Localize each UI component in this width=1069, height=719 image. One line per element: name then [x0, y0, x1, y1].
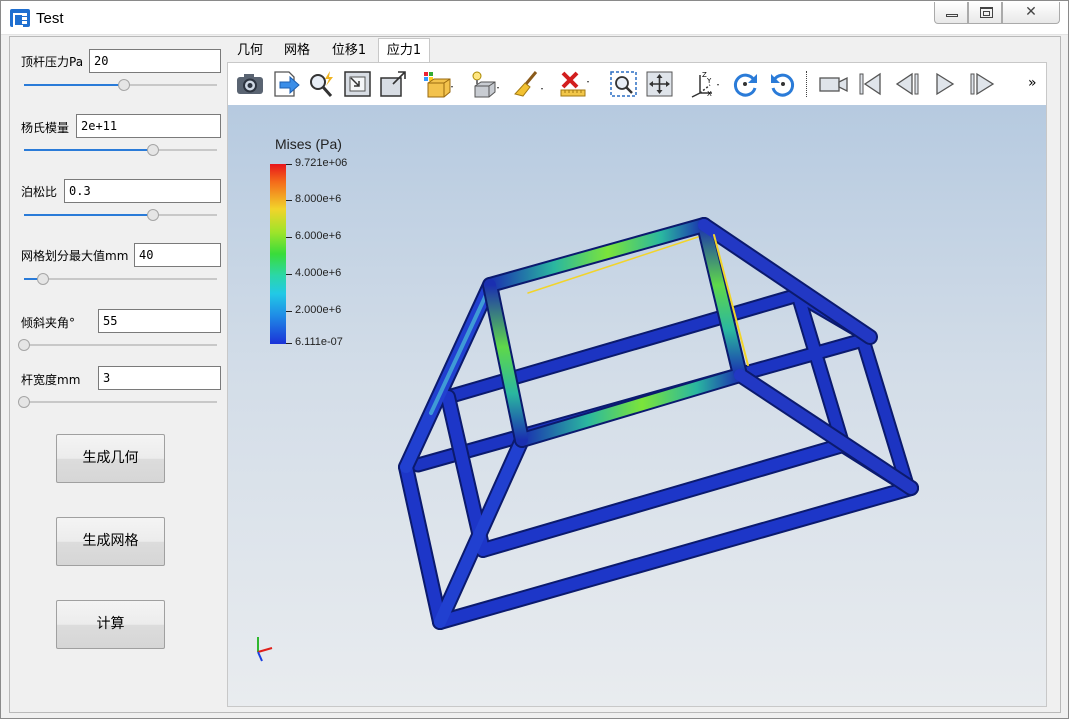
render-viewport[interactable]: Mises (Pa) 9.721e+06 8.000e+6 6.000e+6 4…	[228, 105, 1046, 706]
rotate-ccw-icon[interactable]	[766, 69, 798, 99]
youngs-modulus-slider[interactable]	[24, 144, 217, 156]
window-title: Test	[36, 10, 64, 27]
tilt-angle-slider[interactable]	[18, 339, 217, 351]
surface-icon[interactable]	[468, 69, 500, 99]
slider-thumb[interactable]	[147, 209, 160, 221]
stress-tab-panel: Z Y X » Mises (Pa) 9.721e+06 8.000e+6 6.…	[227, 62, 1047, 707]
legend-label: 4.000e+6	[295, 267, 342, 279]
probe-icon[interactable]	[306, 69, 338, 99]
tilt-angle-label: 倾斜夹角°	[21, 316, 76, 330]
title-bar: Test ✕	[1, 1, 1068, 35]
tab-geometry[interactable]: 几何	[230, 39, 270, 63]
slider-thumb[interactable]	[118, 79, 131, 91]
legend-title: Mises (Pa)	[275, 136, 342, 152]
youngs-modulus-label: 杨氏模量	[21, 121, 70, 135]
clear-brush-icon[interactable]	[512, 69, 544, 99]
slider-thumb[interactable]	[147, 144, 160, 156]
color-map-icon[interactable]	[422, 69, 454, 99]
legend-label-max: 9.721e+06	[295, 157, 348, 169]
main-panel: 顶杆压力Pa 20 杨氏模量 2e+11 泊松比 0.3 网格划分最大值mm 4…	[9, 36, 1061, 713]
zoom-extents-icon[interactable]	[378, 69, 410, 99]
export-icon[interactable]	[270, 69, 302, 99]
slider-thumb[interactable]	[37, 273, 50, 285]
minimize-button[interactable]	[934, 2, 968, 24]
legend-label: 2.000e+6	[295, 304, 342, 316]
stress-frame-model	[257, 217, 919, 662]
rod-width-input[interactable]: 3	[98, 366, 221, 390]
axes-icon[interactable]: Z Y X	[688, 69, 720, 99]
tab-mesh[interactable]: 网格	[274, 39, 320, 63]
mesh-size-input[interactable]: 40	[134, 243, 221, 267]
app-window: Test ✕ 顶杆压力Pa 20 杨氏模量 2e+11 泊松比 0.3 网格划分…	[0, 0, 1069, 719]
prev-frame-icon[interactable]	[892, 69, 924, 99]
poisson-ratio-input[interactable]: 0.3	[64, 179, 221, 203]
slider-thumb[interactable]	[18, 339, 30, 351]
rotate-cw-icon[interactable]	[730, 69, 762, 99]
toolbar-overflow-button[interactable]: »	[1028, 75, 1037, 91]
tab-stress[interactable]: 应力1	[378, 38, 430, 64]
slider-thumb[interactable]	[18, 396, 30, 408]
maximize-icon	[980, 7, 993, 18]
select-region-icon[interactable]	[608, 69, 640, 99]
orientation-triad	[257, 637, 273, 662]
tilt-angle-input[interactable]: 55	[98, 309, 221, 333]
legend-label: 6.000e+6	[295, 230, 342, 242]
legend-label: 8.000e+6	[295, 193, 342, 205]
camera-icon[interactable]	[234, 69, 266, 99]
pressure-label: 顶杆压力Pa	[21, 55, 84, 69]
app-icon	[10, 9, 30, 27]
legend-color-bar	[270, 164, 286, 344]
mesh-size-slider[interactable]	[24, 273, 217, 285]
close-button[interactable]: ✕	[1002, 2, 1060, 24]
rod-width-label: 杆宽度mm	[21, 373, 81, 387]
pressure-slider[interactable]	[24, 79, 217, 91]
first-frame-icon[interactable]	[854, 69, 886, 99]
rod-width-slider[interactable]	[18, 396, 217, 408]
viewer-toolbar: Z Y X »	[228, 63, 1046, 105]
youngs-modulus-input[interactable]: 2e+11	[76, 114, 221, 138]
fit-view-icon[interactable]	[644, 69, 676, 99]
zoom-box-icon[interactable]	[342, 69, 374, 99]
play-icon[interactable]	[928, 69, 960, 99]
legend-label-min: 6.111e-07	[295, 336, 343, 348]
compute-button[interactable]: 计算	[56, 600, 165, 649]
poisson-ratio-label: 泊松比	[21, 185, 58, 199]
delete-icon[interactable]	[558, 69, 590, 99]
record-icon[interactable]	[818, 69, 850, 99]
mesh-size-label: 网格划分最大值mm	[21, 249, 129, 263]
poisson-ratio-slider[interactable]	[24, 209, 217, 221]
close-icon: ✕	[1025, 4, 1037, 20]
pressure-input[interactable]: 20	[89, 49, 221, 73]
generate-mesh-button[interactable]: 生成网格	[56, 517, 165, 566]
svg-text:X: X	[707, 90, 712, 98]
minimize-icon	[946, 14, 958, 17]
toolbar-separator	[806, 71, 807, 97]
maximize-button[interactable]	[968, 2, 1002, 24]
generate-geometry-button[interactable]: 生成几何	[56, 434, 165, 483]
tab-displacement[interactable]: 位移1	[324, 39, 374, 63]
svg-text:Y: Y	[706, 77, 712, 85]
next-frame-icon[interactable]	[966, 69, 998, 99]
